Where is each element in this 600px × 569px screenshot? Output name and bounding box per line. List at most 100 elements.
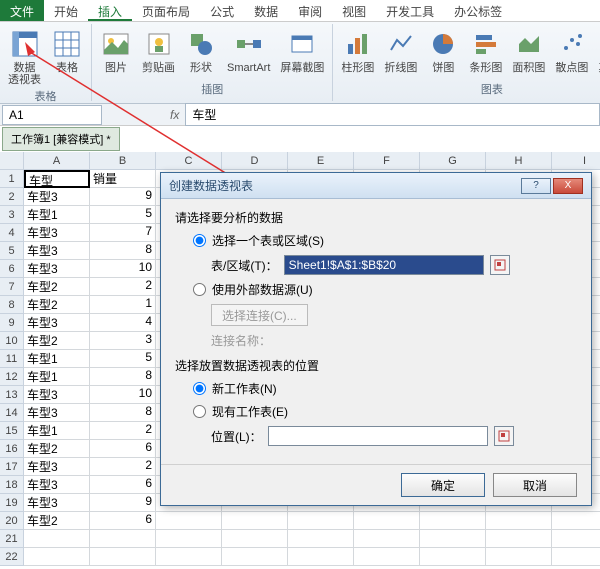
cell[interactable]: 10 [90,386,156,404]
cell[interactable] [156,530,222,548]
row-header[interactable]: 19 [0,494,24,512]
row-header[interactable]: 3 [0,206,24,224]
cell[interactable]: 车型 [24,170,90,188]
cell[interactable] [24,548,90,566]
cell[interactable]: 7 [90,224,156,242]
row-header[interactable]: 12 [0,368,24,386]
cell[interactable]: 3 [90,332,156,350]
cell[interactable]: 车型3 [24,458,90,476]
cell[interactable] [486,548,552,566]
cell[interactable]: 9 [90,188,156,206]
pivot-table-button[interactable]: 数据 透视表 [6,26,43,88]
cell[interactable]: 车型2 [24,512,90,530]
ok-button[interactable]: 确定 [401,473,485,497]
cell[interactable]: 8 [90,404,156,422]
dialog-titlebar[interactable]: 创建数据透视表 ? X [161,173,591,199]
cell[interactable]: 车型2 [24,332,90,350]
row-header[interactable]: 9 [0,314,24,332]
cell[interactable] [486,512,552,530]
cell[interactable]: 车型3 [24,386,90,404]
row-header[interactable]: 5 [0,242,24,260]
cancel-button[interactable]: 取消 [493,473,577,497]
row-header[interactable]: 13 [0,386,24,404]
row-header[interactable]: 20 [0,512,24,530]
cell[interactable] [486,530,552,548]
cell[interactable]: 8 [90,368,156,386]
smartart-button[interactable]: SmartArt [225,26,272,76]
area-chart-button[interactable]: 面积图 [510,26,547,76]
cell[interactable] [222,530,288,548]
tab-review[interactable]: 审阅 [288,0,332,21]
cell[interactable]: 车型1 [24,368,90,386]
cell[interactable]: 6 [90,440,156,458]
cell[interactable] [90,530,156,548]
close-button[interactable]: X [553,178,583,194]
name-box[interactable]: A1 [2,105,102,125]
tab-home[interactable]: 开始 [44,0,88,21]
tab-insert[interactable]: 插入 [88,0,132,21]
tab-dev[interactable]: 开发工具 [376,0,444,21]
row-header[interactable]: 4 [0,224,24,242]
shapes-button[interactable]: 形状 [183,26,219,76]
cell[interactable]: 2 [90,458,156,476]
cell[interactable] [552,512,600,530]
cell[interactable]: 6 [90,476,156,494]
cell[interactable] [552,530,600,548]
cell[interactable] [354,530,420,548]
radio-existing-sheet[interactable] [193,405,206,418]
cell[interactable]: 9 [90,494,156,512]
cell[interactable]: 车型3 [24,404,90,422]
row-header[interactable]: 14 [0,404,24,422]
cell[interactable]: 销量 [90,170,156,188]
range-input[interactable]: Sheet1!$A$1:$B$20 [284,255,484,275]
col-header[interactable]: F [354,152,420,170]
table-button[interactable]: 表格 [49,26,85,76]
cell[interactable] [222,512,288,530]
cell[interactable]: 8 [90,242,156,260]
cell[interactable]: 5 [90,206,156,224]
column-chart-button[interactable]: 柱形图 [339,26,376,76]
col-header[interactable]: I [552,152,600,170]
cell[interactable] [288,512,354,530]
cell[interactable]: 4 [90,314,156,332]
tab-pagelayout[interactable]: 页面布局 [132,0,200,21]
tab-file[interactable]: 文件 [0,0,44,21]
row-header[interactable]: 2 [0,188,24,206]
cell[interactable] [156,512,222,530]
cell[interactable]: 车型3 [24,494,90,512]
tab-data[interactable]: 数据 [244,0,288,21]
pie-chart-button[interactable]: 饼图 [425,26,461,76]
select-all-corner[interactable] [0,152,24,170]
cell[interactable]: 车型2 [24,296,90,314]
row-header[interactable]: 21 [0,530,24,548]
tab-view[interactable]: 视图 [332,0,376,21]
cell[interactable] [156,548,222,566]
col-header[interactable]: B [90,152,156,170]
cell[interactable] [288,530,354,548]
row-header[interactable]: 22 [0,548,24,566]
cell[interactable] [420,530,486,548]
cell[interactable] [552,548,600,566]
tab-office[interactable]: 办公标签 [444,0,512,21]
tab-formulas[interactable]: 公式 [200,0,244,21]
row-header[interactable]: 17 [0,458,24,476]
range-picker-button[interactable] [490,255,510,275]
cell[interactable]: 5 [90,350,156,368]
cell[interactable] [354,548,420,566]
col-header[interactable]: C [156,152,222,170]
cell[interactable]: 2 [90,278,156,296]
cell[interactable]: 车型3 [24,476,90,494]
col-header[interactable]: A [24,152,90,170]
formula-input[interactable]: 车型 [185,103,600,126]
row-header[interactable]: 1 [0,170,24,188]
cell[interactable]: 车型3 [24,314,90,332]
cell[interactable] [24,530,90,548]
cell[interactable]: 车型3 [24,224,90,242]
screenshot-button[interactable]: 屏幕截图 [278,26,326,76]
col-header[interactable]: H [486,152,552,170]
radio-select-range[interactable] [193,234,206,247]
row-header[interactable]: 18 [0,476,24,494]
cell[interactable]: 1 [90,296,156,314]
col-header[interactable]: E [288,152,354,170]
location-picker-button[interactable] [494,426,514,446]
